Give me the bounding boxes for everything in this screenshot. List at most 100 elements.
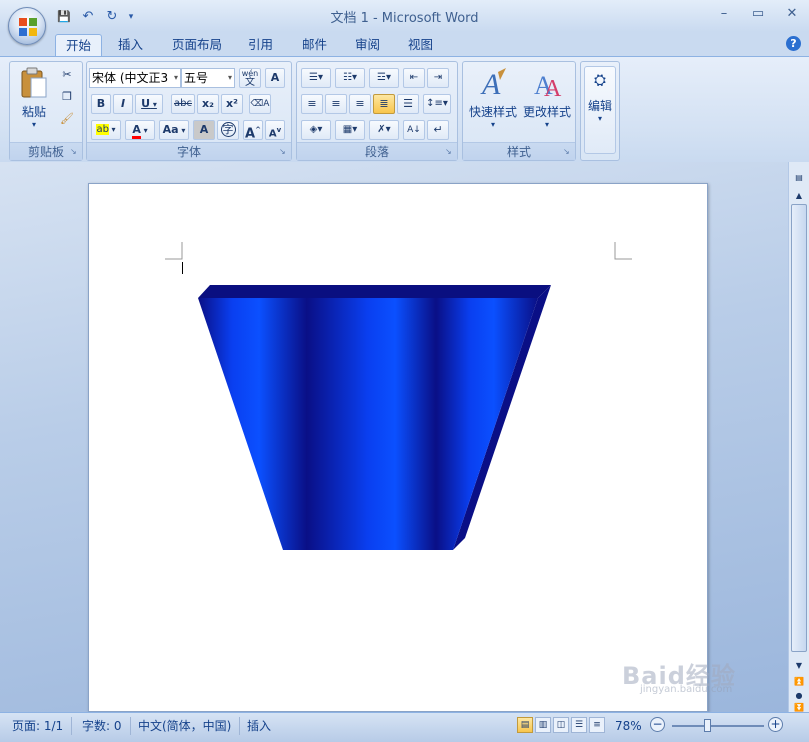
- insert-mode[interactable]: 插入: [247, 717, 279, 735]
- maximize-button[interactable]: ▭: [749, 6, 767, 21]
- editing-button[interactable]: ⛭ 编辑 ▾: [584, 66, 616, 154]
- bold-button[interactable]: B: [91, 94, 111, 114]
- styles-launcher-icon[interactable]: ↘: [563, 147, 572, 156]
- font-launcher-icon[interactable]: ↘: [279, 147, 288, 156]
- cut-icon[interactable]: ✂: [58, 66, 76, 86]
- char-shading-button[interactable]: A: [193, 120, 215, 140]
- margin-corner-top-left: [165, 242, 183, 260]
- superscript-button[interactable]: x²: [221, 94, 243, 114]
- clipboard-launcher-icon[interactable]: ↘: [70, 147, 79, 156]
- strikethrough-button[interactable]: abc: [171, 94, 195, 114]
- highlight-label: ab: [96, 124, 109, 135]
- print-layout-view-icon[interactable]: ▤: [517, 717, 533, 733]
- sort-button[interactable]: A↓: [403, 120, 425, 140]
- grow-font-label: A: [245, 126, 256, 142]
- font-size-combo[interactable]: 五号 ▾: [181, 68, 235, 88]
- change-styles-dropdown-icon: ▾: [544, 120, 549, 129]
- paragraph-launcher-icon[interactable]: ↘: [445, 147, 454, 156]
- zoom-slider-thumb[interactable]: [703, 719, 711, 732]
- numbering-button[interactable]: ☷▾: [335, 68, 365, 88]
- italic-button[interactable]: I: [113, 94, 133, 114]
- quick-styles-button[interactable]: A 快速样式 ▾: [467, 66, 519, 129]
- underline-button[interactable]: U ▾: [135, 94, 163, 114]
- close-button[interactable]: ✕: [783, 6, 801, 21]
- draft-view-icon[interactable]: ≡: [589, 717, 605, 733]
- editing-label: 编辑: [587, 99, 612, 113]
- chinese-layout-button[interactable]: ✗▾: [369, 120, 399, 140]
- borders-button[interactable]: ▦▾: [335, 120, 365, 140]
- language-status[interactable]: 中文(简体，中国): [138, 717, 241, 735]
- paste-dropdown-icon[interactable]: ▾: [16, 120, 52, 129]
- line-spacing-button[interactable]: ↕≡▾: [423, 94, 451, 114]
- change-case-button[interactable]: Aa ▾: [159, 120, 189, 140]
- trapezoid-shape[interactable]: [197, 284, 553, 552]
- bullets-button[interactable]: ☰▾: [301, 68, 331, 88]
- format-painter-icon[interactable]: 🖌: [58, 110, 76, 130]
- scroll-down-arrow[interactable]: ▼: [792, 660, 806, 672]
- change-styles-button[interactable]: A A 更改样式 ▾: [521, 66, 573, 129]
- scroll-up-arrow[interactable]: ▲: [792, 190, 806, 202]
- full-screen-reading-icon[interactable]: ▥: [535, 717, 551, 733]
- increase-indent-button[interactable]: ⇥: [427, 68, 449, 88]
- change-case-label: Aa: [162, 123, 179, 136]
- zoom-out-button[interactable]: −: [650, 717, 665, 732]
- clear-formatting-button[interactable]: ⌫A: [249, 94, 271, 114]
- align-center-button[interactable]: ≡: [325, 94, 347, 114]
- tab-references[interactable]: 引用: [248, 34, 273, 56]
- binoculars-icon: ⛭: [593, 71, 606, 89]
- copy-icon[interactable]: ❐: [58, 88, 76, 108]
- tab-insert[interactable]: 插入: [118, 34, 143, 56]
- tab-view[interactable]: 视图: [408, 34, 433, 56]
- ruler-toggle-icon[interactable]: ▤: [792, 172, 806, 184]
- text-cursor: [182, 262, 183, 274]
- word-count[interactable]: 字数: 0: [82, 717, 131, 735]
- font-name-dropdown-icon[interactable]: ▾: [174, 69, 178, 87]
- shrink-font-button[interactable]: Av: [265, 120, 285, 140]
- scroll-thumb[interactable]: [791, 204, 807, 652]
- zoom-slider-track[interactable]: [672, 725, 764, 727]
- vertical-scrollbar[interactable]: ▤ ▲ ▼ ⏫ ● ⏬: [788, 162, 809, 712]
- shading-button[interactable]: ◈▾: [301, 120, 331, 140]
- multilevel-list-button[interactable]: ☲▾: [369, 68, 399, 88]
- distributed-button[interactable]: ☰: [397, 94, 419, 114]
- tab-home[interactable]: 开始: [55, 34, 103, 56]
- previous-page-icon[interactable]: ⏫: [792, 676, 806, 688]
- office-button[interactable]: [8, 7, 46, 45]
- ribbon-tabs: 开始 插入 页面布局 引用 邮件 审阅 视图 ?: [0, 32, 809, 56]
- decrease-indent-button[interactable]: ⇤: [403, 68, 425, 88]
- subscript-button[interactable]: x₂: [197, 94, 219, 114]
- shrink-font-label: A: [268, 128, 277, 140]
- document-page[interactable]: [88, 183, 708, 712]
- svg-text:A: A: [544, 76, 562, 100]
- outline-view-icon[interactable]: ☰: [571, 717, 587, 733]
- browse-object-icon[interactable]: ●: [792, 690, 806, 702]
- font-color-button[interactable]: A ▾: [125, 120, 155, 140]
- font-size-dropdown-icon[interactable]: ▾: [228, 69, 232, 87]
- zoom-level[interactable]: 78%: [615, 717, 642, 735]
- zoom-in-button[interactable]: +: [768, 717, 783, 732]
- justify-button[interactable]: ≣: [373, 94, 395, 114]
- align-left-button[interactable]: ≡: [301, 94, 323, 114]
- paste-icon: [21, 67, 47, 98]
- tab-mailings[interactable]: 邮件: [302, 34, 327, 56]
- window-title: 文档 1 - Microsoft Word: [330, 11, 479, 26]
- tab-review[interactable]: 审阅: [355, 34, 380, 56]
- enclose-char-button[interactable]: 字: [217, 120, 239, 140]
- font-name-combo[interactable]: 宋体 (中文正3 ▾: [89, 68, 181, 88]
- minimize-button[interactable]: –: [715, 6, 733, 21]
- underline-label: U: [141, 97, 151, 110]
- paste-button[interactable]: 粘贴 ▾: [16, 66, 52, 129]
- styles-group-label: 样式: [463, 142, 575, 160]
- shape-front-face: [198, 298, 538, 550]
- show-marks-button[interactable]: ↵: [427, 120, 449, 140]
- align-right-button[interactable]: ≡: [349, 94, 371, 114]
- phonetic-guide-button[interactable]: wén 文: [239, 68, 261, 88]
- grow-font-button[interactable]: A^: [243, 120, 263, 142]
- char-border-button[interactable]: A: [265, 68, 285, 88]
- editing-group: ⛭ 编辑 ▾: [580, 61, 620, 161]
- help-icon[interactable]: ?: [786, 36, 801, 51]
- highlight-button[interactable]: ab ▾: [91, 120, 121, 140]
- page-count[interactable]: 页面: 1/1: [12, 717, 73, 735]
- tab-page-layout[interactable]: 页面布局: [172, 34, 222, 56]
- web-layout-icon[interactable]: ◫: [553, 717, 569, 733]
